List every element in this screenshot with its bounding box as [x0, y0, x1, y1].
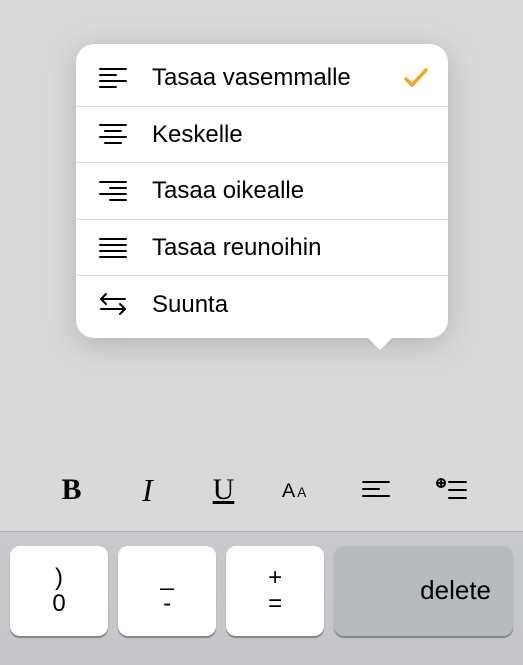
direction-option[interactable]: Suunta [76, 276, 448, 332]
align-right-icon [94, 179, 132, 203]
align-left-option[interactable]: Tasaa vasemmalle [76, 50, 448, 107]
popover-item-label: Tasaa vasemmalle [132, 64, 402, 92]
delete-label: delete [420, 575, 491, 606]
key-equals[interactable]: + = [226, 546, 324, 636]
popover-item-label: Keskelle [132, 121, 430, 149]
key-0[interactable]: ) 0 [10, 546, 108, 636]
direction-icon [94, 292, 132, 316]
popover-item-label: Tasaa reunoihin [132, 234, 430, 262]
align-left-icon [94, 66, 132, 90]
textsize-button[interactable]: A A [282, 472, 318, 508]
align-justify-option[interactable]: Tasaa reunoihin [76, 220, 448, 277]
checkmark-icon [402, 68, 430, 88]
underline-button[interactable]: U [206, 472, 242, 508]
popover-item-label: Tasaa oikealle [132, 177, 430, 205]
textsize-icon: A A [282, 476, 318, 504]
format-toolbar: B I U A A [0, 460, 523, 520]
key-bottom: = [268, 591, 282, 616]
key-top: + [268, 565, 282, 590]
align-right-option[interactable]: Tasaa oikealle [76, 163, 448, 220]
svg-text:A: A [282, 480, 296, 502]
key-minus[interactable]: _ - [118, 546, 216, 636]
align-center-option[interactable]: Keskelle [76, 107, 448, 164]
key-top: _ [160, 565, 173, 590]
underline-label: U [213, 473, 235, 507]
italic-button[interactable]: I [130, 472, 166, 508]
svg-text:A: A [297, 485, 306, 500]
keyboard-row: ) 0 _ - + = delete [0, 531, 523, 665]
alignment-popover: Tasaa vasemmalle Keskelle Tasaa oikealle… [76, 44, 448, 338]
key-top: ) [55, 565, 63, 590]
bold-button[interactable]: B [54, 472, 90, 508]
align-justify-icon [94, 236, 132, 260]
key-bottom: - [163, 591, 171, 616]
align-center-icon [94, 122, 132, 146]
add-list-icon [436, 478, 468, 502]
key-bottom: 0 [52, 591, 65, 616]
popover-item-label: Suunta [132, 291, 430, 319]
align-icon [361, 479, 391, 501]
delete-key[interactable]: delete [334, 546, 513, 636]
add-list-button[interactable] [434, 472, 470, 508]
alignment-button[interactable] [358, 472, 394, 508]
